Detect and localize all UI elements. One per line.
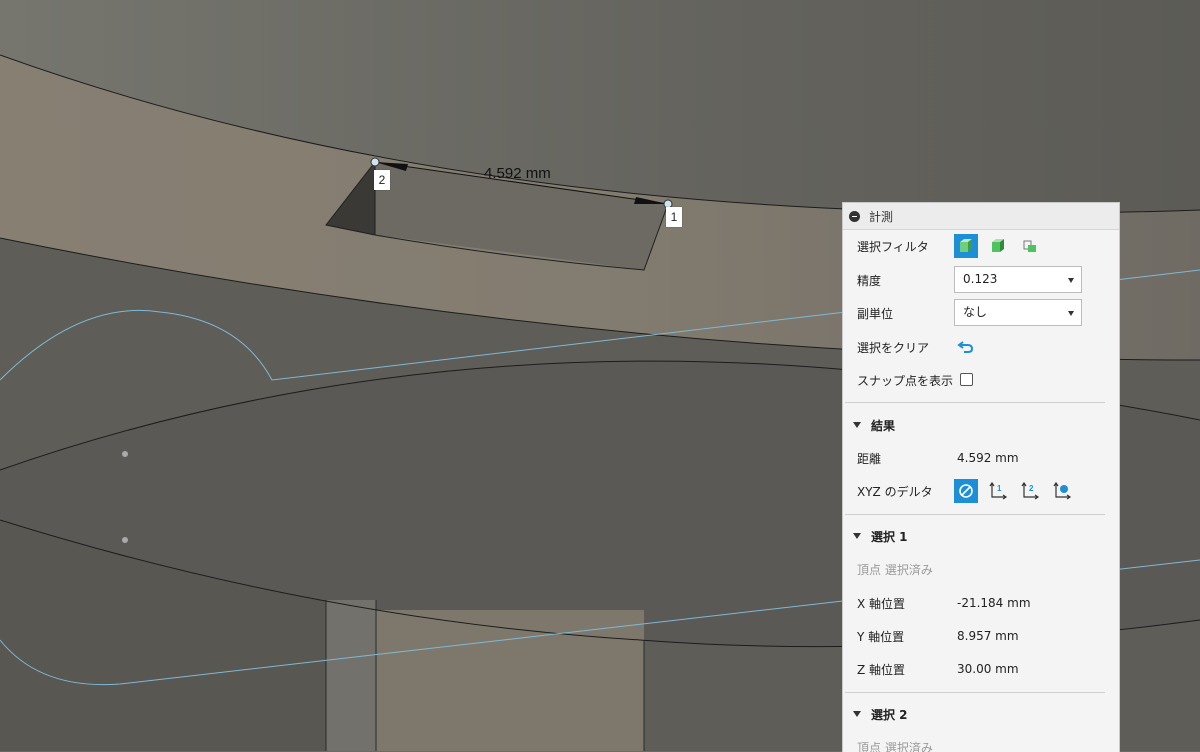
undo-arrow-icon [957, 339, 975, 355]
z-position-row: Z 軸位置 30.00 mm [843, 654, 1119, 684]
precision-value: 0.123 [963, 272, 997, 286]
divider [845, 692, 1105, 693]
face-filter-icon[interactable] [986, 234, 1010, 258]
triangle-down-icon [853, 422, 861, 428]
y-position-row: Y 軸位置 8.957 mm [843, 621, 1119, 651]
divider [845, 402, 1105, 403]
x-position-label: X 軸位置 [857, 595, 905, 612]
vertex-label-2: 2 [374, 170, 390, 190]
edge-filter-icon[interactable] [1018, 234, 1042, 258]
results-heading: 結果 [871, 417, 895, 434]
post-right [376, 610, 644, 751]
divider [845, 514, 1105, 515]
sketch-point[interactable] [122, 537, 128, 543]
selection1-subtitle: 頂点 選択済み [857, 561, 933, 578]
post-left [326, 600, 376, 751]
delta-global-icon[interactable] [1050, 479, 1074, 503]
selection1-subtitle-row: 頂点 選択済み [843, 554, 1119, 584]
snap-points-label: スナップ点を表示 [857, 372, 953, 389]
panel-header: 計測 [843, 203, 1119, 230]
clear-selection-label: 選択をクリア [857, 339, 929, 356]
precision-dropdown[interactable]: 0.123 [954, 266, 1082, 293]
vertex-label-1: 1 [666, 207, 682, 227]
y-position-value: 8.957 mm [957, 629, 1019, 643]
selection1-heading: 選択 1 [871, 528, 908, 545]
distance-row: 距離 4.592 mm [843, 443, 1119, 473]
dimension-value: 4.592 mm [484, 165, 551, 182]
xyz-delta-row: XYZ のデルタ 1 2 [843, 476, 1119, 506]
snap-points-checkbox[interactable] [960, 373, 973, 386]
selection1-section-header[interactable]: 選択 1 [843, 521, 1119, 551]
svg-text:1: 1 [997, 484, 1002, 493]
x-position-row: X 軸位置 -21.184 mm [843, 588, 1119, 618]
precision-row: 精度 0.123 [843, 265, 1119, 295]
vertex-point-2[interactable] [371, 158, 379, 166]
secondary-units-dropdown[interactable]: なし [954, 299, 1082, 326]
clear-selection-row: 選択をクリア [843, 332, 1119, 362]
delta-axis-2-icon[interactable]: 2 [1018, 479, 1042, 503]
triangle-down-icon [853, 711, 861, 717]
selection-filter-label: 選択フィルタ [857, 238, 929, 255]
precision-label: 精度 [857, 272, 881, 289]
distance-value: 4.592 mm [957, 451, 1019, 465]
selection-filter-row: 選択フィルタ [843, 231, 1119, 261]
z-position-value: 30.00 mm [957, 662, 1019, 676]
z-position-label: Z 軸位置 [857, 661, 905, 678]
collapse-icon[interactable] [849, 211, 860, 222]
selection2-heading: 選択 2 [871, 706, 908, 723]
measure-panel: 計測 選択フィルタ 精度 0.12 [842, 202, 1120, 752]
x-position-value: -21.184 mm [957, 596, 1031, 610]
selection2-subtitle-row: 頂点 選択済み [843, 732, 1119, 752]
results-section-header[interactable]: 結果 [843, 410, 1119, 440]
body-filter-icon[interactable] [954, 234, 978, 258]
y-position-label: Y 軸位置 [857, 628, 904, 645]
chevron-down-icon [1068, 278, 1074, 283]
secondary-units-value: なし [963, 305, 987, 319]
snap-points-row: スナップ点を表示 [843, 365, 1119, 395]
chevron-down-icon [1068, 311, 1074, 316]
svg-text:2: 2 [1029, 484, 1034, 493]
panel-title: 計測 [869, 208, 893, 225]
xyz-delta-label: XYZ のデルタ [857, 483, 933, 500]
no-delta-icon[interactable] [954, 479, 978, 503]
sketch-point[interactable] [122, 451, 128, 457]
selection2-section-header[interactable]: 選択 2 [843, 699, 1119, 729]
delta-axis-1-icon[interactable]: 1 [986, 479, 1010, 503]
distance-label: 距離 [857, 450, 881, 467]
selection2-subtitle: 頂点 選択済み [857, 739, 933, 752]
secondary-units-label: 副単位 [857, 305, 893, 322]
clear-selection-button[interactable] [954, 335, 978, 359]
secondary-units-row: 副単位 なし [843, 298, 1119, 328]
triangle-down-icon [853, 533, 861, 539]
